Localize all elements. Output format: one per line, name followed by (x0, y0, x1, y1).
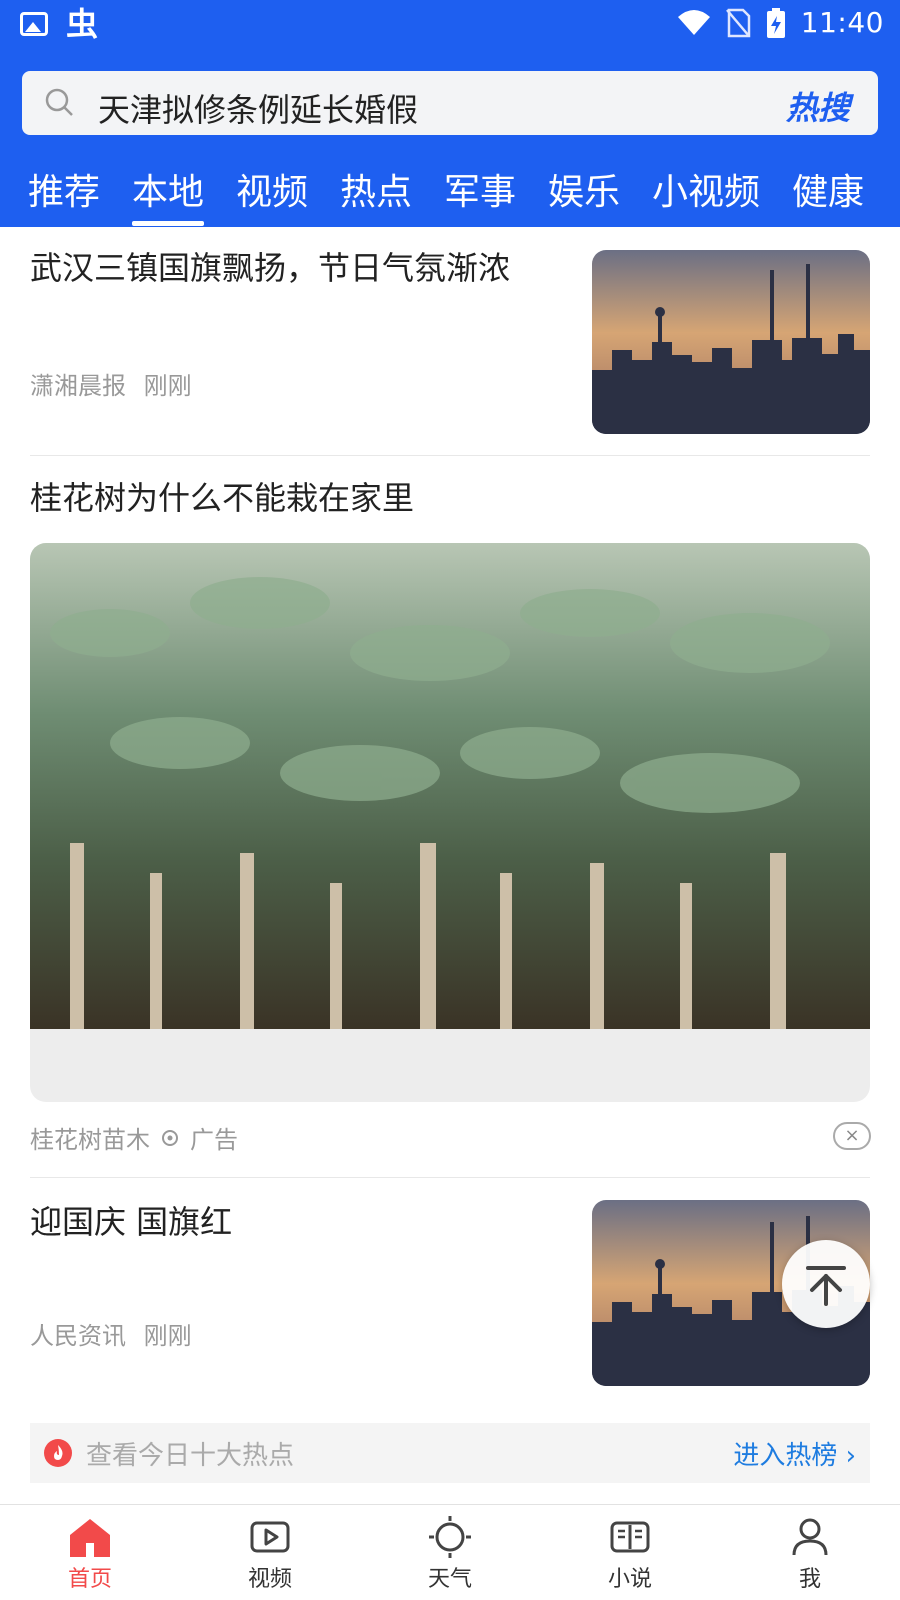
close-ad-button[interactable]: × (833, 1122, 871, 1150)
news-time: 刚刚 (143, 372, 192, 400)
nav-label: 我 (798, 1567, 821, 1592)
status-time: 11:40 (800, 6, 884, 39)
tab-short-video[interactable]: 小视频 (652, 163, 760, 215)
close-icon: × (844, 1125, 860, 1146)
ad-title: 桂花树为什么不能栽在家里 (30, 479, 415, 517)
fire-icon (44, 1439, 72, 1467)
tab-hot[interactable]: 热点 (340, 163, 412, 215)
divider (30, 455, 870, 456)
hot-topics-text: 查看今日十大热点 (86, 1441, 295, 1471)
tab-recommend[interactable]: 推荐 (28, 163, 100, 215)
nav-label: 视频 (247, 1567, 292, 1592)
app-notification-icon: 虫 (66, 5, 99, 43)
profile-icon (792, 1518, 828, 1556)
home-icon (70, 1519, 110, 1557)
nav-label: 首页 (67, 1567, 112, 1592)
news-meta: 潇湘晨报 刚刚 (30, 366, 430, 401)
tab-video[interactable]: 视频 (236, 163, 308, 215)
hot-list-link[interactable]: 进入热榜 › (733, 1435, 856, 1472)
news-title: 迎国庆 国旗红 (30, 1203, 233, 1241)
news-source: 潇湘晨报 (30, 372, 126, 400)
news-title: 武汉三镇国旗飘扬，节日气氛渐浓 (30, 249, 511, 287)
ad-badge-icon (162, 1129, 178, 1146)
battery-charging-icon (766, 7, 785, 38)
divider (30, 1177, 870, 1178)
wifi-icon (677, 9, 710, 35)
tab-local[interactable]: 本地 (132, 163, 204, 215)
ad-image (30, 543, 870, 1102)
bottom-nav: 首页 视频 天气 小说 我 (0, 1504, 900, 1600)
search-suggestion-text: 天津拟修条例延长婚假 (98, 91, 419, 129)
arrow-up-icon (806, 1266, 846, 1306)
tab-health[interactable]: 健康 (792, 163, 864, 215)
news-thumbnail (592, 250, 870, 434)
nav-home[interactable]: 首页 (30, 1505, 150, 1600)
ad-advertiser: 桂花树苗木 (30, 1126, 150, 1154)
news-meta: 人民资讯 刚刚 (30, 1316, 430, 1351)
gallery-icon (20, 12, 48, 36)
novel-icon (610, 1521, 650, 1553)
back-to-top-button[interactable] (782, 1240, 870, 1328)
header: 虫 11:40 天津拟修条例延长婚假 热搜 推荐 本地 视频 热点 军事 娱乐 … (0, 0, 900, 227)
nav-label: 小说 (607, 1567, 652, 1592)
nav-label: 天气 (427, 1567, 472, 1592)
tab-military[interactable]: 军事 (444, 163, 516, 215)
category-tabs: 推荐 本地 视频 热点 军事 娱乐 小视频 健康 (0, 157, 900, 227)
nav-novel[interactable]: 小说 (570, 1505, 690, 1600)
weather-icon (429, 1516, 471, 1558)
active-tab-indicator (132, 221, 204, 226)
nav-weather[interactable]: 天气 (390, 1505, 510, 1600)
search-bar[interactable]: 天津拟修条例延长婚假 热搜 (22, 71, 878, 135)
news-time: 刚刚 (143, 1322, 192, 1350)
hot-search-button[interactable]: 热搜 (786, 83, 850, 129)
no-sim-icon (725, 8, 751, 37)
news-source: 人民资讯 (30, 1322, 126, 1350)
video-icon (250, 1521, 290, 1553)
nav-profile[interactable]: 我 (750, 1505, 870, 1600)
tab-entertainment[interactable]: 娱乐 (548, 163, 620, 215)
hot-topics-bar[interactable]: 查看今日十大热点 进入热榜 › (30, 1423, 870, 1483)
ad-meta: 桂花树苗木 广告 (30, 1120, 238, 1155)
ad-label: 广告 (190, 1126, 238, 1154)
search-icon (45, 88, 73, 116)
nav-video[interactable]: 视频 (210, 1505, 330, 1600)
status-bar: 虫 11:40 (0, 0, 900, 50)
